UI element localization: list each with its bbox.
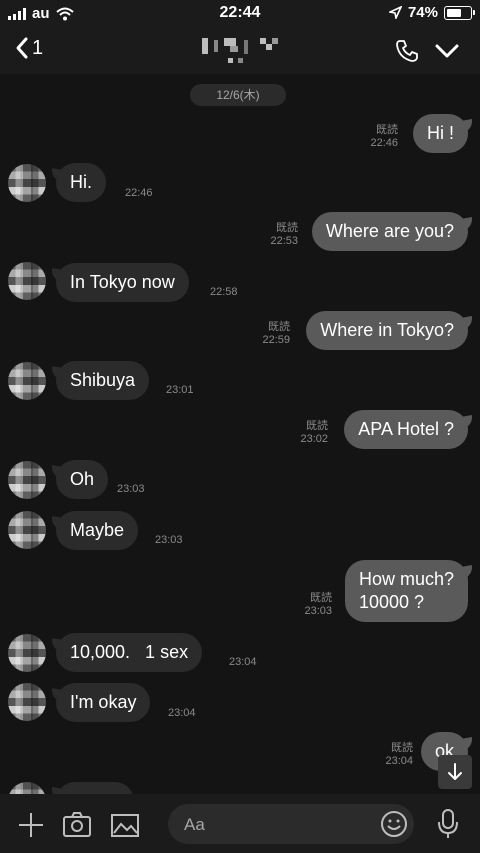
message-text: Maybe xyxy=(56,511,139,550)
message-text: Oh xyxy=(56,460,109,499)
image-icon[interactable] xyxy=(110,810,140,840)
message-text: Where in Tokyo? xyxy=(306,311,468,350)
avatar[interactable] xyxy=(8,164,46,202)
message-outgoing[interactable]: Where are you? xyxy=(311,212,468,251)
message-incoming[interactable]: I'm okay xyxy=(56,683,151,722)
message-text: Hi ! xyxy=(413,114,468,153)
location-icon xyxy=(388,6,402,19)
camera-icon[interactable] xyxy=(62,810,92,840)
message-incoming[interactable]: Oh xyxy=(56,460,109,499)
date-divider: 12/6(木) xyxy=(190,84,286,106)
message-text: In Tokyo now xyxy=(56,263,189,302)
message-input[interactable]: Aa xyxy=(168,804,414,844)
avatar[interactable] xyxy=(8,511,46,549)
message-meta: 既読 23:04 xyxy=(385,742,413,767)
composer-bar: Aa xyxy=(0,794,480,853)
arrow-down-icon xyxy=(448,763,462,780)
chevron-down-icon[interactable] xyxy=(434,38,460,64)
message-meta: 既読 22:59 xyxy=(262,321,290,346)
message-time: 23:04 xyxy=(168,707,196,719)
scroll-to-bottom-button[interactable] xyxy=(438,755,472,789)
unread-count: 1 xyxy=(32,36,44,59)
message-time: 23:03 xyxy=(155,534,183,546)
battery-fill xyxy=(447,8,462,17)
mic-icon[interactable] xyxy=(436,808,460,840)
message-text: Where are you? xyxy=(311,212,468,251)
message-time: 23:01 xyxy=(166,384,194,396)
message-incoming[interactable]: Shibuya xyxy=(56,361,150,400)
status-right: 74% xyxy=(388,4,475,21)
message-incoming[interactable]: Maybe xyxy=(56,511,139,550)
message-incoming[interactable]: 10,000. 1 sex xyxy=(56,633,203,672)
avatar[interactable] xyxy=(8,782,46,794)
emoji-icon[interactable] xyxy=(380,810,408,838)
message-meta: 既読 23:02 xyxy=(300,420,328,445)
message-input-placeholder: Aa xyxy=(184,815,205,834)
message-time: 23:04 xyxy=(229,656,257,668)
contact-name-pixelated xyxy=(200,36,284,66)
message-outgoing[interactable]: Where in Tokyo? xyxy=(306,311,468,350)
message-text: Hi. xyxy=(56,163,106,202)
message-text: How much? 10000 ? xyxy=(344,560,468,622)
battery-percent: 74% xyxy=(407,4,438,21)
message-meta: 既読 22:53 xyxy=(270,222,298,247)
message-bubble-partial xyxy=(56,782,134,794)
message-outgoing[interactable]: How much? 10000 ? xyxy=(344,560,468,622)
message-incoming[interactable] xyxy=(56,782,134,794)
message-text: APA Hotel ? xyxy=(344,410,468,449)
back-button[interactable]: 1 xyxy=(14,36,43,60)
chat-header: 1 xyxy=(0,26,480,74)
message-text: Shibuya xyxy=(56,361,150,400)
message-meta: 既読 22:46 xyxy=(370,124,398,149)
message-outgoing[interactable]: Hi ! xyxy=(413,114,468,153)
message-meta: 既読 23:03 xyxy=(304,592,332,617)
message-time: 22:58 xyxy=(210,286,238,298)
message-text: 10,000. 1 sex xyxy=(56,633,203,672)
battery-icon xyxy=(444,5,475,20)
message-incoming[interactable]: Hi. xyxy=(56,163,106,202)
chat-area[interactable]: 12/6(木) 既読 22:46 Hi ! Hi. 22:46 既読 22:53 W… xyxy=(0,74,480,794)
plus-icon[interactable] xyxy=(16,810,46,840)
phone-icon[interactable] xyxy=(394,38,420,64)
message-outgoing[interactable]: APA Hotel ? xyxy=(344,410,468,449)
message-text: I'm okay xyxy=(56,683,151,722)
avatar[interactable] xyxy=(8,461,46,499)
message-incoming[interactable]: In Tokyo now xyxy=(56,263,189,302)
avatar[interactable] xyxy=(8,362,46,400)
message-time: 23:03 xyxy=(117,483,145,495)
message-time: 22:46 xyxy=(125,187,153,199)
avatar[interactable] xyxy=(8,683,46,721)
back-chevron-icon xyxy=(16,37,28,59)
avatar[interactable] xyxy=(8,634,46,672)
status-bar: au 22:44 74% xyxy=(0,0,480,26)
avatar[interactable] xyxy=(8,262,46,300)
